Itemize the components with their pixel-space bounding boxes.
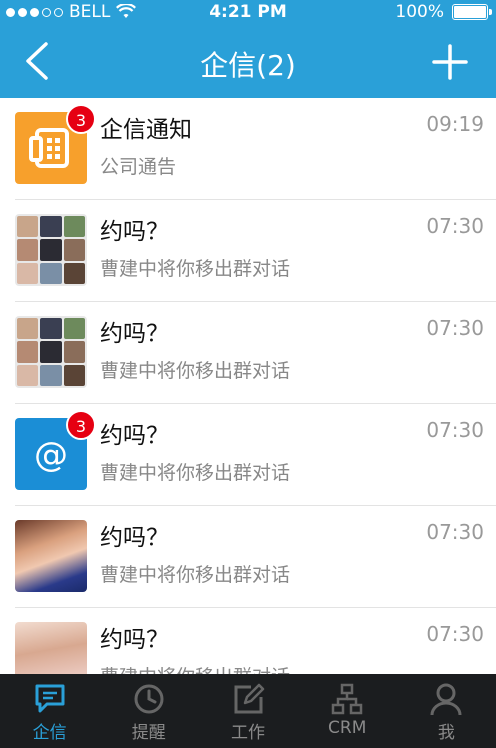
conversation-item[interactable]: @ 3 约吗？ 07:30 曹建中将你移出群对话 bbox=[0, 404, 496, 506]
nav-bar: 企信(2) bbox=[0, 24, 496, 98]
tab-bar: 企信 提醒 工作 CRM 我 bbox=[0, 674, 496, 748]
conversation-title: 约吗？ bbox=[100, 321, 169, 347]
conversation-list[interactable]: 3 企信通知 09:19 公司通告 约吗？ 07:30 曹建中将你移出群对话 约… bbox=[0, 98, 496, 674]
conversation-title: 约吗？ bbox=[100, 423, 169, 449]
tab-me[interactable]: 我 bbox=[397, 674, 496, 748]
conversation-time: 07:30 bbox=[426, 214, 484, 238]
conversation-title: 约吗？ bbox=[100, 525, 169, 551]
person-icon bbox=[430, 683, 462, 716]
org-chart-icon bbox=[331, 683, 363, 715]
conversation-time: 09:19 bbox=[426, 112, 484, 136]
svg-text:@: @ bbox=[34, 435, 68, 475]
conversation-time: 07:30 bbox=[426, 622, 484, 646]
add-button[interactable] bbox=[428, 40, 472, 84]
edit-icon bbox=[234, 683, 265, 714]
conversation-title: 约吗？ bbox=[100, 627, 169, 653]
conversation-preview: 曹建中将你移出群对话 bbox=[100, 462, 291, 484]
clock-icon bbox=[134, 684, 164, 714]
tab-work[interactable]: 工作 bbox=[198, 674, 297, 748]
battery-icon bbox=[452, 4, 492, 20]
conversation-preview: 曹建中将你移出群对话 bbox=[100, 564, 291, 586]
conversation-title: 约吗？ bbox=[100, 219, 169, 245]
conversation-item[interactable]: 约吗？ 07:30 曹建中将你移出群对话 bbox=[0, 302, 496, 404]
photo-avatar bbox=[15, 520, 87, 592]
tab-label: 企信 bbox=[32, 723, 67, 743]
conversation-item[interactable]: 约吗？ 07:30 曹建中将你移出群对话 bbox=[0, 506, 496, 608]
tab-crm[interactable]: CRM bbox=[298, 674, 397, 748]
chat-bubble-icon bbox=[35, 684, 65, 713]
conversation-preview: 公司通告 bbox=[100, 156, 177, 178]
tab-label: CRM bbox=[328, 718, 367, 738]
status-bar: BELL 4:21 PM 100% bbox=[0, 0, 496, 24]
conversation-preview: 曹建中将你移出群对话 bbox=[100, 662, 290, 674]
unread-badge: 3 bbox=[66, 104, 96, 134]
group-avatar-grid bbox=[15, 316, 87, 388]
conversation-time: 07:30 bbox=[426, 520, 484, 544]
conversation-title: 企信通知 bbox=[100, 117, 192, 143]
plus-icon bbox=[432, 44, 468, 80]
conversation-preview: 曹建中将你移出群对话 bbox=[100, 258, 291, 280]
conversation-preview: 曹建中将你移出群对话 bbox=[100, 360, 291, 382]
conversation-item[interactable]: 约吗？ 07:30 曹建中将你移出群对话 bbox=[0, 608, 496, 674]
conversation-item[interactable]: 3 企信通知 09:19 公司通告 bbox=[0, 98, 496, 200]
group-avatar-grid bbox=[15, 214, 87, 286]
tab-label: 工作 bbox=[231, 723, 265, 743]
page-title: 企信(2) bbox=[200, 49, 296, 82]
unread-badge: 3 bbox=[66, 410, 96, 440]
tab-label: 提醒 bbox=[131, 723, 166, 743]
conversation-item[interactable]: 约吗？ 07:30 曹建中将你移出群对话 bbox=[0, 200, 496, 302]
conversation-time: 07:30 bbox=[426, 418, 484, 442]
tab-label: 我 bbox=[437, 723, 455, 743]
conversation-time: 07:30 bbox=[426, 316, 484, 340]
photo-avatar bbox=[15, 622, 87, 674]
tab-reminder[interactable]: 提醒 bbox=[99, 674, 198, 748]
battery-percent: 100% bbox=[395, 2, 444, 22]
tab-qixin[interactable]: 企信 bbox=[0, 674, 99, 748]
